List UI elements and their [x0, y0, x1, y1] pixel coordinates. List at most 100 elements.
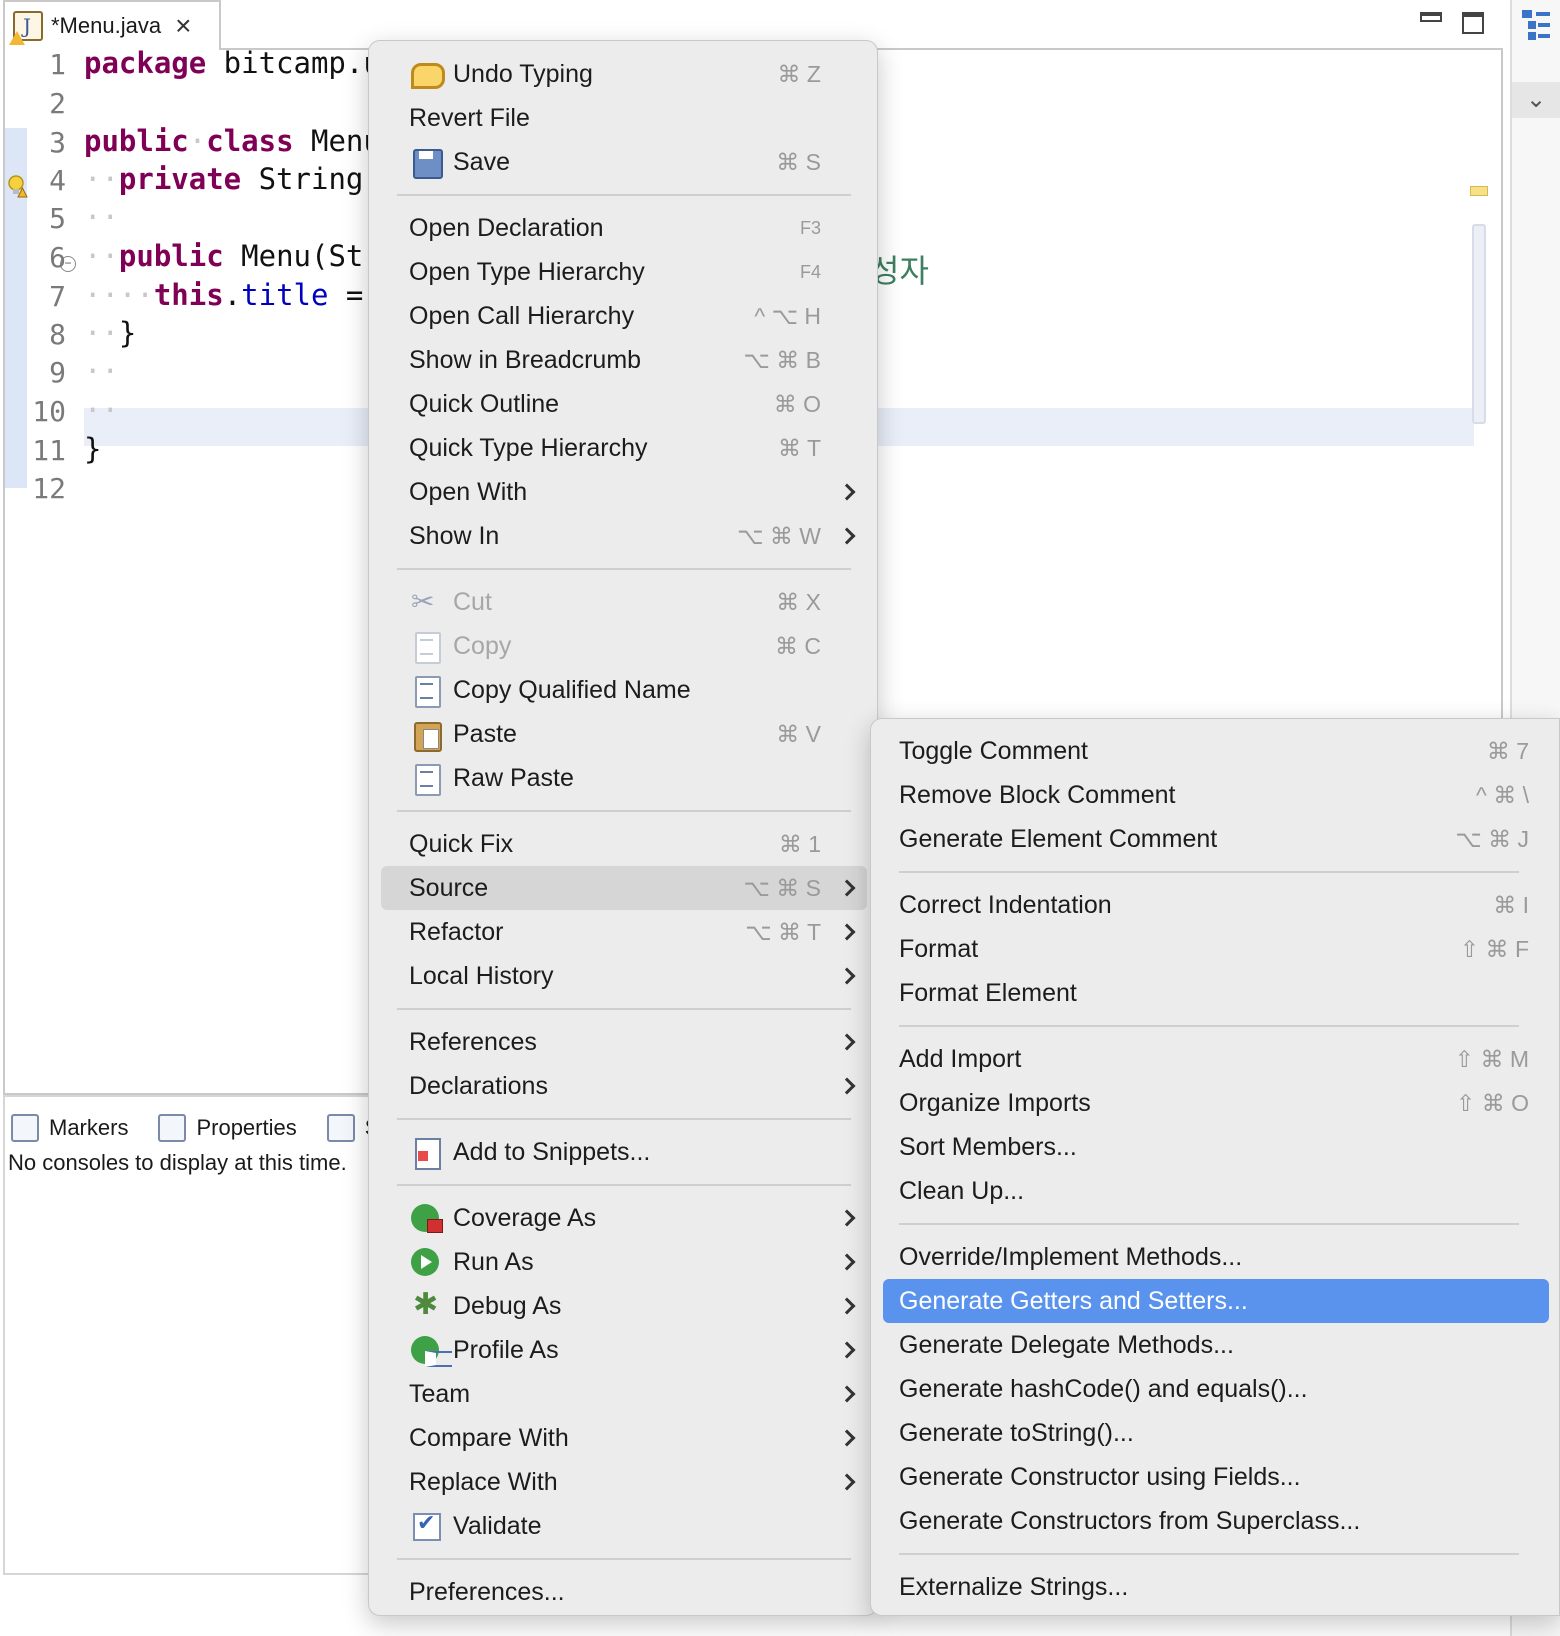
menu-item-revert-file[interactable]: Revert File — [381, 96, 867, 140]
profile-icon — [409, 1335, 452, 1367]
maximize-icon[interactable] — [1462, 12, 1484, 34]
menu-item-copy[interactable]: Copy ⌘ C — [381, 624, 867, 668]
menu-item-cut[interactable]: Cut⌘ X — [381, 580, 867, 624]
line-number: 12 — [32, 472, 66, 505]
menu-item-source[interactable]: Source ⌥ ⌘ S — [381, 866, 867, 910]
menu-item-validate[interactable]: Validate — [381, 1504, 867, 1548]
chevron-down-icon[interactable]: ⌄ — [1512, 82, 1560, 118]
menu-item-quick-outline[interactable]: Quick Outline ⌘ O — [381, 382, 867, 426]
code-line-5[interactable]: ·· — [84, 200, 119, 234]
code-line-10[interactable]: ·· — [84, 393, 119, 427]
submenu-item-format-element[interactable]: Format Element — [883, 971, 1549, 1015]
line-number: 10 — [32, 395, 66, 428]
submenu-item-generate-tostring[interactable]: Generate toString()... — [883, 1411, 1549, 1455]
tab-markers[interactable]: Markers — [3, 1114, 128, 1142]
menu-item-replace-with[interactable]: Replace With — [381, 1460, 867, 1504]
menu-separator — [899, 1553, 1519, 1555]
menu-item-preferences[interactable]: Preferences... — [381, 1570, 867, 1614]
menu-separator — [397, 1558, 851, 1560]
menu-item-refactor[interactable]: Refactor ⌥ ⌘ T — [381, 910, 867, 954]
submenu-item-format[interactable]: Format ⇧ ⌘ F — [883, 927, 1549, 971]
line-number: 7 — [49, 280, 66, 313]
chevron-right-icon — [838, 879, 856, 897]
menu-item-declarations[interactable]: Declarations — [381, 1064, 867, 1108]
menu-item-raw-paste[interactable]: Raw Paste — [381, 756, 867, 800]
submenu-item-generate-getters-setters[interactable]: Generate Getters and Setters... — [883, 1279, 1549, 1323]
chevron-right-icon — [838, 1253, 856, 1271]
menu-item-quick-type-hierarchy[interactable]: Quick Type Hierarchy ⌘ T — [381, 426, 867, 470]
menu-item-open-type-hierarchy[interactable]: Open Type Hierarchy F4 — [381, 250, 867, 294]
vertical-scrollbar[interactable] — [1472, 224, 1486, 424]
code-line-3[interactable]: public·class Menu — [84, 124, 381, 158]
submenu-item-toggle-comment[interactable]: Toggle Comment ⌘ 7 — [883, 729, 1549, 773]
menu-item-open-with[interactable]: Open With — [381, 470, 867, 514]
minimize-icon[interactable] — [1420, 12, 1442, 22]
submenu-item-generate-constructor-fields[interactable]: Generate Constructor using Fields... — [883, 1455, 1549, 1499]
menu-item-open-declaration[interactable]: Open Declaration F3 — [381, 206, 867, 250]
servers-icon — [326, 1114, 355, 1142]
menu-item-paste[interactable]: Paste ⌘ V — [381, 712, 867, 756]
code-line-7[interactable]: ····this.title = t — [84, 278, 398, 312]
menu-separator — [397, 194, 851, 196]
submenu-item-sort-members[interactable]: Sort Members... — [883, 1125, 1549, 1169]
chevron-right-icon — [838, 1341, 856, 1359]
bug-icon — [409, 1287, 443, 1322]
code-line-6[interactable]: ··public Menu(Stri — [84, 239, 398, 273]
submenu-item-remove-block-comment[interactable]: Remove Block Comment ^ ⌘ \ — [883, 773, 1549, 817]
menu-separator — [899, 1025, 1519, 1027]
menu-item-add-to-snippets[interactable]: Add to Snippets... — [381, 1130, 867, 1174]
console-empty-message: No consoles to display at this time. — [8, 1150, 347, 1175]
submenu-item-override-implement[interactable]: Override/Implement Methods... — [883, 1235, 1549, 1279]
submenu-item-generate-constructors-superclass[interactable]: Generate Constructors from Superclass... — [883, 1499, 1549, 1543]
chevron-right-icon — [838, 967, 856, 985]
menu-item-copy-qualified-name[interactable]: Copy Qualified Name — [381, 668, 867, 712]
menu-separator — [397, 1184, 851, 1186]
tab-properties[interactable]: Properties — [150, 1114, 297, 1142]
code-line-4[interactable]: ··private String t — [84, 162, 398, 196]
menu-item-debug-as[interactable]: Debug As — [381, 1284, 867, 1328]
outline-view-icon[interactable] — [1522, 10, 1550, 40]
menu-item-compare-with[interactable]: Compare With — [381, 1416, 867, 1460]
menu-item-show-in[interactable]: Show In ⌥ ⌘ W — [381, 514, 867, 558]
run-icon — [409, 1247, 443, 1277]
menu-item-quick-fix[interactable]: Quick Fix ⌘ 1 — [381, 822, 867, 866]
chevron-right-icon — [838, 1209, 856, 1227]
code-line-11[interactable]: } — [84, 432, 101, 466]
lightbulb-warning-icon[interactable] — [6, 174, 28, 198]
line-number: 1 — [49, 48, 66, 81]
code-line-8[interactable]: ··} — [84, 316, 136, 350]
menu-item-run-as[interactable]: Run As — [381, 1240, 867, 1284]
line-number: 9 — [49, 356, 66, 389]
menu-item-undo-typing[interactable]: Undo Typing ⌘ Z — [381, 52, 867, 96]
menu-separator — [899, 871, 1519, 873]
menu-item-save[interactable]: Save ⌘ S — [381, 140, 867, 184]
close-icon[interactable]: × — [175, 12, 191, 40]
chevron-right-icon — [838, 1033, 856, 1051]
code-line-1[interactable]: package bitcamp.ut — [84, 46, 398, 80]
line-number: 11 — [32, 434, 66, 467]
menu-item-local-history[interactable]: Local History — [381, 954, 867, 998]
submenu-item-generate-delegate-methods[interactable]: Generate Delegate Methods... — [883, 1323, 1549, 1367]
save-icon — [409, 147, 443, 179]
chevron-right-icon — [838, 923, 856, 941]
line-number: 6 — [49, 241, 66, 274]
menu-item-coverage-as[interactable]: Coverage As — [381, 1196, 867, 1240]
menu-item-show-in-breadcrumb[interactable]: Show in Breadcrumb ⌥ ⌘ B — [381, 338, 867, 382]
menu-item-open-call-hierarchy[interactable]: Open Call Hierarchy ^ ⌥ H — [381, 294, 867, 338]
submenu-item-organize-imports[interactable]: Organize Imports ⇧ ⌘ O — [883, 1081, 1549, 1125]
menu-item-references[interactable]: References — [381, 1020, 867, 1064]
submenu-item-clean-up[interactable]: Clean Up... — [883, 1169, 1549, 1213]
code-line-9[interactable]: ·· — [84, 354, 119, 388]
submenu-item-correct-indentation[interactable]: Correct Indentation ⌘ I — [883, 883, 1549, 927]
submenu-item-generate-hashcode-equals[interactable]: Generate hashCode() and equals()... — [883, 1367, 1549, 1411]
menu-item-team[interactable]: Team — [381, 1372, 867, 1416]
submenu-item-add-import[interactable]: Add Import ⇧ ⌘ M — [883, 1037, 1549, 1081]
menu-item-profile-as[interactable]: Profile As — [381, 1328, 867, 1372]
submenu-item-generate-element-comment[interactable]: Generate Element Comment ⌥ ⌘ J — [883, 817, 1549, 861]
menu-separator — [899, 1223, 1519, 1225]
tab-title: *Menu.java — [51, 13, 162, 38]
overview-ruler-warning[interactable] — [1470, 186, 1488, 196]
context-menu: Undo Typing ⌘ Z Revert File Save ⌘ S Open … — [368, 40, 878, 1616]
editor-tab[interactable]: *Menu.java × — [3, 0, 221, 50]
submenu-item-externalize-strings[interactable]: Externalize Strings... — [883, 1565, 1549, 1609]
